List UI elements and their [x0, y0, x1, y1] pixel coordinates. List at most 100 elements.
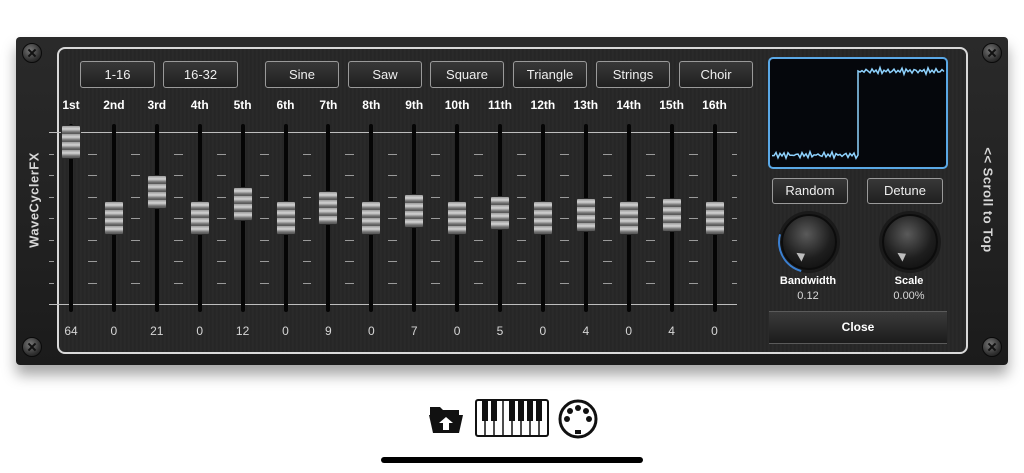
harmonic-fader[interactable] — [49, 124, 93, 312]
fader-handle[interactable] — [618, 201, 639, 235]
harmonic-label: 10th — [444, 98, 470, 112]
fader-handle[interactable] — [532, 201, 553, 235]
harmonic-fader[interactable] — [606, 124, 651, 312]
bandwidth-knob[interactable] — [766, 199, 852, 285]
fader-tick — [563, 197, 569, 198]
waveform-display — [768, 57, 948, 169]
harmonic-label: 8th — [362, 98, 381, 112]
harmonic-value: 64 — [64, 324, 78, 338]
harmonic-fader[interactable] — [349, 124, 394, 312]
fader-tick — [134, 240, 140, 241]
fader-handle[interactable] — [189, 201, 210, 235]
harmonic-label: 5th — [233, 98, 252, 112]
fader-tick — [134, 283, 140, 284]
harmonic-fader[interactable] — [435, 124, 480, 312]
harmonic-label: 15th — [659, 98, 684, 112]
home-indicator[interactable] — [381, 457, 643, 463]
harmonic-fader[interactable] — [392, 124, 437, 312]
fader-tick — [731, 218, 737, 219]
fader-tick — [306, 283, 312, 284]
fader-tick — [563, 261, 569, 262]
random-button[interactable]: Random — [772, 178, 848, 204]
harmonic-value: 0 — [453, 324, 461, 338]
fader-tick — [520, 240, 526, 241]
fader-handle[interactable] — [232, 187, 253, 221]
fader-handle[interactable] — [575, 198, 596, 232]
fader-handle[interactable] — [61, 125, 81, 159]
fader-tick — [263, 154, 269, 155]
harmonic-fader[interactable] — [306, 124, 351, 312]
preset-button[interactable]: Strings — [596, 61, 670, 88]
fader-tick — [563, 240, 569, 241]
fader-tick — [392, 197, 398, 198]
fader-tick — [692, 261, 698, 262]
harmonic-value: 0 — [539, 324, 547, 338]
fader-handle[interactable] — [146, 175, 167, 209]
detune-button[interactable]: Detune — [867, 178, 943, 204]
fader-tick — [520, 283, 526, 284]
fader-handle[interactable] — [661, 198, 682, 232]
fader-tick — [263, 240, 269, 241]
bottom-left-screw-icon — [22, 337, 42, 357]
folder-icon[interactable] — [427, 399, 465, 435]
scale-knob[interactable] — [882, 214, 938, 270]
harmonic-fader[interactable] — [563, 124, 608, 312]
harmonic-fader[interactable] — [478, 124, 522, 312]
harmonic-fader[interactable] — [692, 124, 737, 312]
fader-tick — [563, 175, 569, 176]
fader-handle[interactable] — [318, 191, 339, 225]
fader-tick — [478, 197, 483, 198]
harmonic-value: 0 — [711, 324, 718, 338]
scroll-to-top-link[interactable]: << Scroll to Top — [981, 147, 996, 252]
piano-keyboard-icon[interactable] — [475, 399, 549, 437]
harmonic-label: 6th — [276, 98, 295, 112]
fader-tick — [731, 261, 737, 262]
preset-button[interactable]: Sine — [265, 61, 339, 88]
fader-tick — [49, 283, 54, 284]
fader-handle[interactable] — [490, 196, 510, 230]
fader-tick — [91, 261, 97, 262]
fader-handle[interactable] — [404, 194, 425, 228]
preset-button[interactable]: Square — [430, 61, 504, 88]
brand-label: WaveCyclerFX — [26, 152, 42, 248]
fader-tick — [134, 218, 140, 219]
top-left-screw-icon — [22, 43, 42, 63]
fader-handle[interactable] — [103, 201, 124, 235]
fader-tick — [177, 283, 183, 284]
fader-tick — [606, 261, 612, 262]
preset-button[interactable]: Triangle — [513, 61, 587, 88]
harmonic-value: 0 — [110, 324, 118, 338]
harmonic-fader[interactable] — [177, 124, 222, 312]
fader-tick — [478, 283, 483, 284]
harmonic-label: 13th — [573, 98, 599, 112]
fader-tick — [263, 283, 269, 284]
fader-tick — [692, 197, 698, 198]
fader-tick — [177, 240, 183, 241]
fader-tick — [49, 218, 54, 219]
fader-handle[interactable] — [275, 201, 296, 235]
waveform-graph — [772, 65, 945, 161]
fader-tick — [220, 218, 226, 219]
fader-handle[interactable] — [447, 201, 468, 235]
midi-icon[interactable] — [558, 399, 598, 439]
harmonic-label: 1st — [62, 98, 80, 112]
fader-tick — [392, 154, 398, 155]
harmonic-fader[interactable] — [649, 124, 694, 312]
harmonic-fader[interactable] — [220, 124, 265, 312]
preset-button[interactable]: 1-16 — [80, 61, 155, 88]
harmonic-fader[interactable] — [134, 124, 179, 312]
close-button[interactable]: Close — [769, 311, 947, 344]
fader-handle[interactable] — [361, 201, 382, 235]
fader-tick — [91, 197, 97, 198]
harmonic-value: 0 — [196, 324, 204, 338]
preset-button[interactable]: 16-32 — [163, 61, 238, 88]
fader-handle[interactable] — [704, 201, 725, 235]
harmonic-fader[interactable] — [263, 124, 308, 312]
fader-tick — [91, 154, 97, 155]
harmonic-fader[interactable] — [91, 124, 136, 312]
harmonic-fader[interactable] — [520, 124, 565, 312]
preset-button[interactable]: Choir — [679, 61, 753, 88]
fader-tick — [649, 283, 655, 284]
fader-tick — [435, 154, 441, 155]
preset-button[interactable]: Saw — [348, 61, 422, 88]
